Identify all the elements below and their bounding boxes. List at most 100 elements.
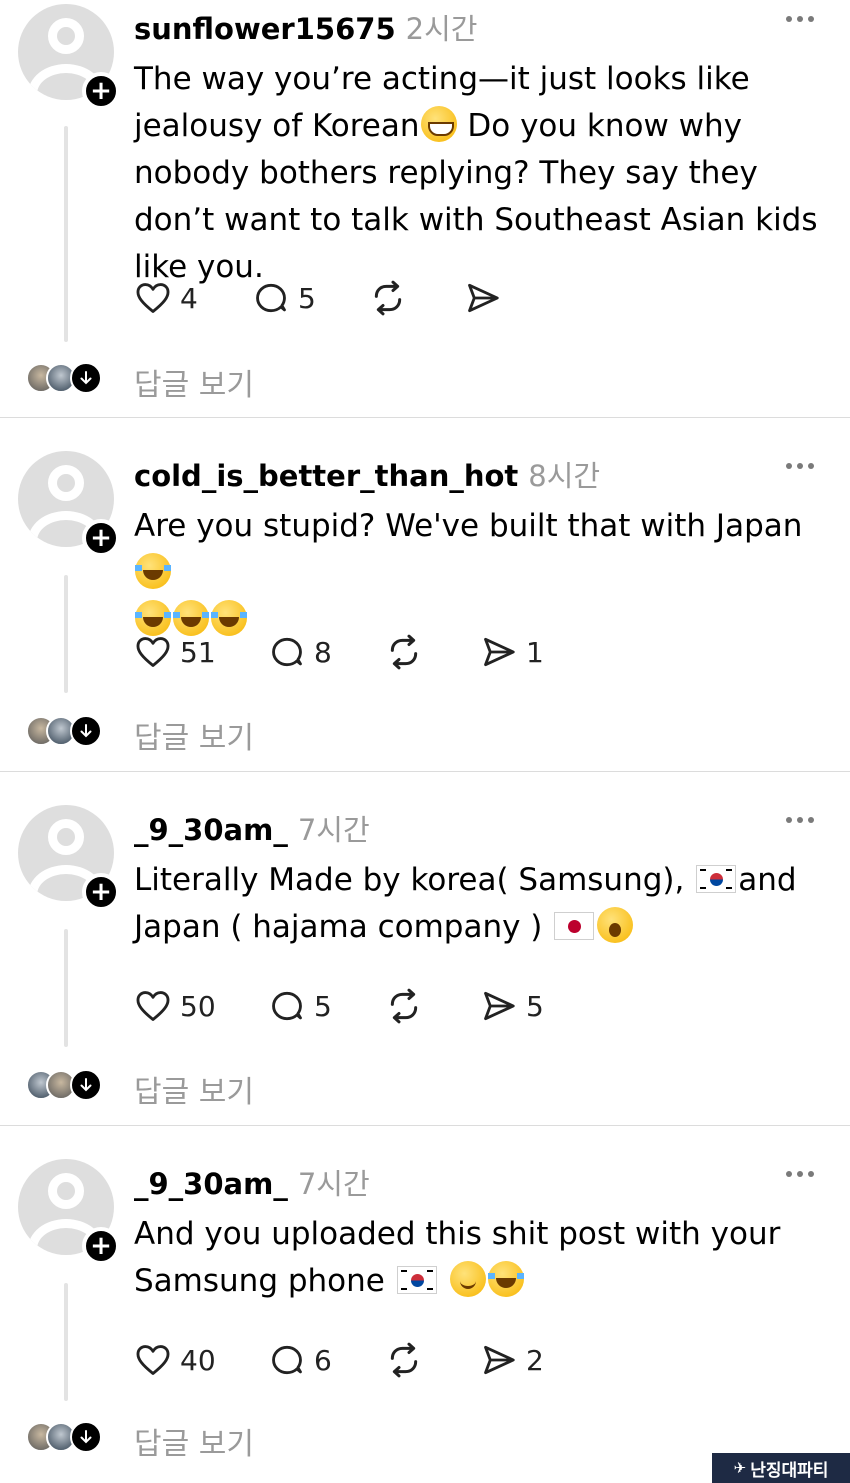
comment-icon: [272, 637, 302, 667]
action-bar: 4 5: [134, 278, 510, 318]
share-count: 2: [526, 1343, 544, 1377]
thread-line: [64, 929, 68, 1047]
post: + cold_is_better_than_hot 8시간 Are you st…: [0, 447, 850, 801]
more-icon[interactable]: [786, 1171, 814, 1177]
comment-icon: [272, 991, 302, 1021]
heart-icon: [136, 991, 170, 1021]
comment-icon: [256, 283, 286, 313]
username[interactable]: sunflower15675: [134, 12, 396, 46]
divider: [0, 1125, 850, 1126]
post: + _9_30am_ 7시간 Literally Made by korea( …: [0, 801, 850, 1155]
post-header: _9_30am_ 7시간: [134, 807, 770, 849]
post: + _9_30am_ 7시간 And you uploaded this shi…: [0, 1155, 850, 1483]
post-header: cold_is_better_than_hot 8시간: [134, 453, 770, 495]
username[interactable]: cold_is_better_than_hot: [134, 459, 518, 493]
like-count: 40: [180, 1343, 216, 1377]
timestamp: 2시간: [405, 12, 478, 46]
saluting-emoji-icon: [449, 1261, 486, 1297]
post-text: Literally Made by korea( Samsung), and J…: [134, 857, 834, 951]
korea-flag-icon: [696, 865, 737, 893]
post-header: sunflower15675 2시간: [134, 6, 770, 48]
share-count: 1: [526, 635, 544, 669]
korea-flag-icon: [396, 1266, 437, 1294]
post-text: And you uploaded this shit post with you…: [134, 1211, 834, 1305]
comment-count: 6: [314, 1343, 332, 1377]
follow-button[interactable]: +: [82, 873, 120, 911]
arrow-down-icon: [70, 715, 102, 747]
post-text: Are you stupid? We've built that with Ja…: [134, 503, 834, 644]
laughing-emoji-icon: [135, 600, 171, 636]
share-icon: [484, 637, 515, 667]
post-text: The way you’re acting—it just looks like…: [134, 56, 834, 291]
japan-flag-icon: [554, 912, 595, 940]
more-icon[interactable]: [786, 16, 814, 22]
share-button[interactable]: 2: [480, 1341, 544, 1379]
share-button[interactable]: 1: [480, 633, 544, 671]
like-count: 4: [180, 281, 198, 315]
reply-avatars[interactable]: [26, 1069, 102, 1101]
share-icon: [468, 283, 499, 313]
plus-icon: +: [90, 523, 112, 553]
timestamp: 7시간: [297, 813, 370, 847]
view-replies-link[interactable]: 답글 보기: [134, 360, 254, 404]
laughing-emoji-icon: [173, 600, 209, 636]
repost-icon: [374, 280, 402, 316]
grin-emoji-icon: [420, 106, 457, 142]
like-button[interactable]: 51: [134, 633, 268, 671]
username[interactable]: _9_30am_: [134, 813, 288, 847]
repost-icon: [390, 1342, 418, 1378]
repost-button[interactable]: [368, 278, 464, 318]
like-button[interactable]: 40: [134, 1341, 268, 1379]
plus-icon: +: [90, 1231, 112, 1261]
heart-icon: [136, 283, 170, 313]
reply-avatars[interactable]: [26, 1421, 102, 1453]
reply-avatars[interactable]: [26, 715, 102, 747]
plus-icon: +: [90, 76, 112, 106]
divider: [0, 417, 850, 418]
more-icon[interactable]: [786, 463, 814, 469]
action-bar: 50 5 5: [134, 986, 544, 1026]
post-text-part: Are you stupid? We've built that with Ja…: [134, 508, 803, 544]
watermark-logo-icon: ✈: [733, 1459, 747, 1477]
repost-button[interactable]: [384, 1340, 480, 1380]
follow-button[interactable]: +: [82, 72, 120, 110]
repost-button[interactable]: [384, 986, 480, 1026]
plus-icon: +: [90, 877, 112, 907]
repost-button[interactable]: [384, 632, 480, 672]
like-button[interactable]: 4: [134, 279, 252, 317]
view-replies-link[interactable]: 답글 보기: [134, 713, 254, 757]
comment-count: 5: [298, 281, 316, 315]
post-text-part: Literally Made by korea( Samsung),: [134, 862, 695, 898]
watermark: ✈ 난징대파티: [712, 1453, 850, 1483]
yawning-emoji-icon: [597, 907, 634, 943]
comment-button[interactable]: 5: [252, 279, 368, 317]
laughing-emoji-icon: [135, 553, 171, 589]
like-count: 50: [180, 989, 216, 1023]
comment-button[interactable]: 8: [268, 633, 384, 671]
share-button[interactable]: [464, 279, 510, 317]
follow-button[interactable]: +: [82, 1227, 120, 1265]
username[interactable]: _9_30am_: [134, 1167, 288, 1201]
action-bar: 51 8 1: [134, 632, 544, 672]
view-replies-link[interactable]: 답글 보기: [134, 1067, 254, 1111]
comment-button[interactable]: 5: [268, 987, 384, 1025]
threads-reply-feed: + sunflower15675 2시간 The way you’re acti…: [0, 0, 850, 1483]
reply-avatars[interactable]: [26, 362, 102, 394]
post-header: _9_30am_ 7시간: [134, 1161, 770, 1203]
laughing-emoji-icon: [211, 600, 247, 636]
view-replies-link[interactable]: 답글 보기: [134, 1419, 254, 1463]
timestamp: 8시간: [528, 459, 601, 493]
comment-count: 5: [314, 989, 332, 1023]
share-icon: [484, 991, 515, 1021]
share-count: 5: [526, 989, 544, 1023]
share-icon: [484, 1345, 515, 1375]
like-button[interactable]: 50: [134, 987, 268, 1025]
comment-button[interactable]: 6: [268, 1341, 384, 1379]
thread-line: [64, 126, 68, 342]
more-icon[interactable]: [786, 817, 814, 823]
divider: [0, 771, 850, 772]
follow-button[interactable]: +: [82, 519, 120, 557]
share-button[interactable]: 5: [480, 987, 544, 1025]
thread-line: [64, 1283, 68, 1401]
repost-icon: [390, 634, 418, 670]
